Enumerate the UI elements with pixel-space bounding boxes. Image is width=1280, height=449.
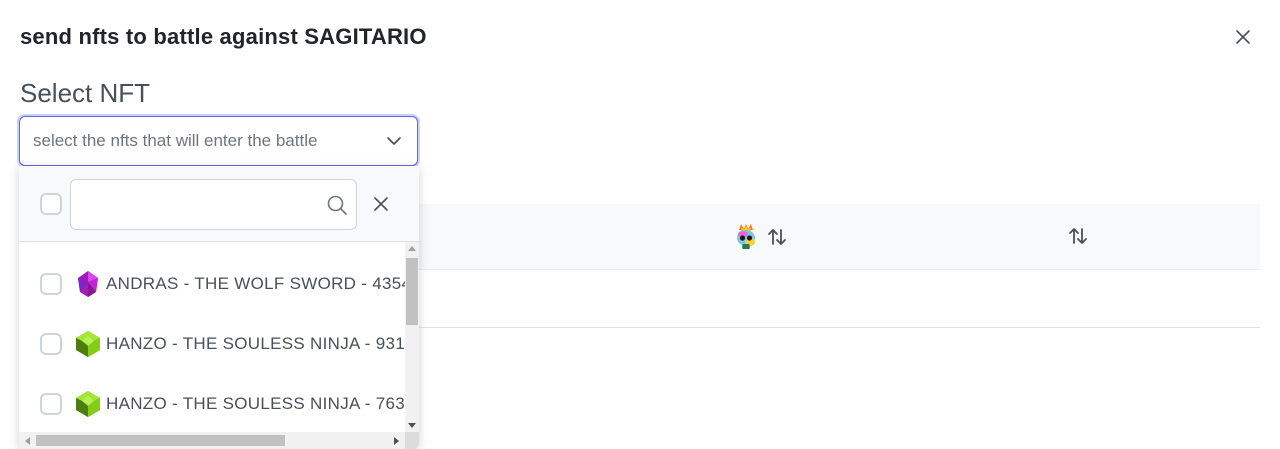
list-item[interactable]: HANZO - THE SOULESS NINJA - 9317 (19, 314, 405, 374)
table-header (419, 204, 1260, 270)
search-icon (327, 195, 347, 215)
nft-multiselect[interactable]: select the nfts that will enter the batt… (19, 116, 418, 166)
panel-close-button[interactable] (369, 192, 393, 216)
item-checkbox[interactable] (40, 333, 62, 355)
table-row (419, 270, 1260, 328)
item-checkbox[interactable] (40, 393, 62, 415)
select-all-checkbox[interactable] (40, 193, 62, 215)
multiselect-panel: ANDRAS - THE WOLF SWORD - 4354 HANZO - T… (19, 166, 419, 449)
magenta-gem-icon (78, 271, 98, 297)
item-label: ANDRAS - THE WOLF SWORD - 4354 (106, 274, 405, 293)
skull-icon (737, 224, 755, 249)
filter-input[interactable] (71, 180, 356, 229)
scroll-right-arrow[interactable] (394, 437, 399, 445)
item-label: HANZO - THE SOULESS NINJA - 9317 (106, 334, 405, 353)
dialog-title: send nfts to battle against SAGITARIO (20, 24, 427, 49)
sort-icon[interactable] (765, 225, 789, 249)
vertical-scrollbar[interactable] (405, 242, 419, 432)
item-label: HANZO - THE SOULESS NINJA - 7639 (106, 394, 405, 413)
scroll-up-arrow[interactable] (408, 246, 416, 251)
table-column-1[interactable] (735, 224, 789, 250)
horizontal-scrollbar[interactable] (19, 432, 405, 449)
scroll-left-arrow[interactable] (25, 437, 30, 445)
list-item[interactable]: HANZO - THE SOULESS NINJA - 7639 (19, 374, 405, 432)
vertical-scroll-thumb[interactable] (406, 258, 418, 325)
select-nft-label: Select NFT (20, 78, 151, 108)
multiselect-placeholder: select the nfts that will enter the batt… (33, 131, 318, 150)
close-icon (374, 197, 388, 211)
horizontal-scroll-thumb[interactable] (36, 435, 285, 446)
panel-header (19, 166, 419, 242)
filter-container (70, 179, 357, 230)
green-gem-icon (76, 391, 100, 417)
green-gem-icon (76, 331, 100, 357)
item-checkbox[interactable] (40, 273, 62, 295)
list-item[interactable]: ANDRAS - THE WOLF SWORD - 4354 (19, 254, 405, 314)
chevron-down-icon[interactable] (371, 133, 417, 149)
scroll-down-arrow[interactable] (408, 423, 416, 428)
sort-icon[interactable] (1066, 224, 1090, 248)
table-column-2[interactable] (1066, 224, 1090, 248)
options-list[interactable]: ANDRAS - THE WOLF SWORD - 4354 HANZO - T… (19, 242, 405, 432)
dialog-close-button[interactable] (1228, 22, 1258, 52)
scrollbar-corner (405, 432, 419, 449)
close-icon (1236, 30, 1250, 44)
